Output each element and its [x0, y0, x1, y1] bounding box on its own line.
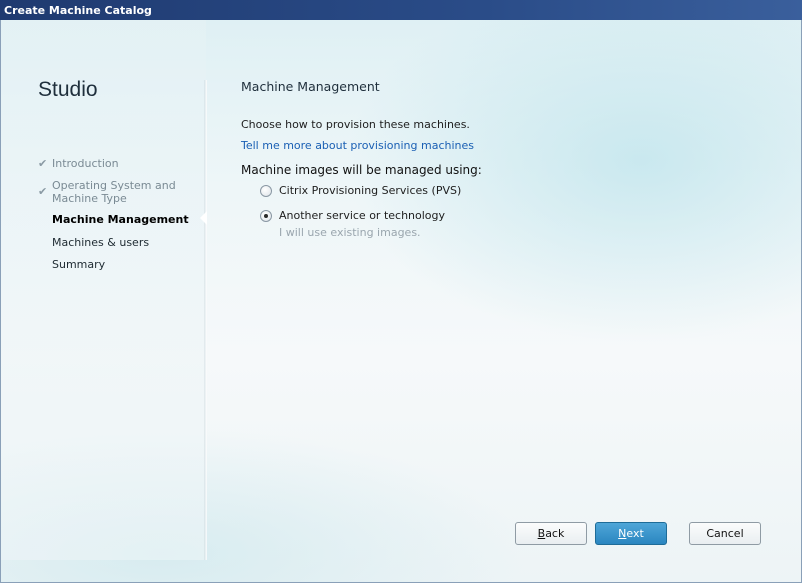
radio-button-selected[interactable]: [260, 210, 272, 222]
wizard-sidebar: [1, 20, 206, 560]
step-label: Machines & users: [52, 236, 150, 249]
back-button[interactable]: Back: [515, 522, 587, 545]
intro-text: Choose how to provision these machines.: [241, 118, 470, 131]
cancel-button[interactable]: Cancel: [689, 522, 761, 545]
learn-more-link[interactable]: Tell me more about provisioning machines: [241, 139, 474, 152]
sidebar-divider: [204, 80, 207, 560]
option-label[interactable]: Another service or technology: [279, 209, 445, 222]
step-label: Introduction: [52, 157, 119, 170]
app-name: Studio: [38, 78, 98, 101]
radio-button[interactable]: [260, 185, 272, 197]
checkmark-icon: ✔: [38, 157, 48, 170]
step-operating-system: ✔ Operating System and Machine Type: [38, 179, 176, 205]
window-title: Create Machine Catalog: [4, 4, 152, 17]
wizard-window: Studio ✔ Introduction ✔ Operating System…: [0, 20, 802, 583]
current-step-pointer: [200, 211, 207, 225]
window-title-bar: Create Machine Catalog: [0, 0, 802, 20]
page-title: Machine Management: [241, 79, 380, 94]
step-label-line1: Operating System and: [52, 179, 176, 192]
step-label: Summary: [52, 258, 106, 271]
next-button[interactable]: Next: [595, 522, 667, 545]
radio-group-label: Machine images will be managed using:: [241, 163, 482, 177]
step-label-line2: Machine Type: [52, 192, 127, 205]
step-introduction: ✔ Introduction: [38, 157, 119, 170]
option-hint: I will use existing images.: [279, 226, 421, 239]
step-label: Machine Management: [52, 213, 189, 226]
option-label[interactable]: Citrix Provisioning Services (PVS): [279, 184, 461, 197]
checkmark-icon: ✔: [38, 185, 48, 198]
